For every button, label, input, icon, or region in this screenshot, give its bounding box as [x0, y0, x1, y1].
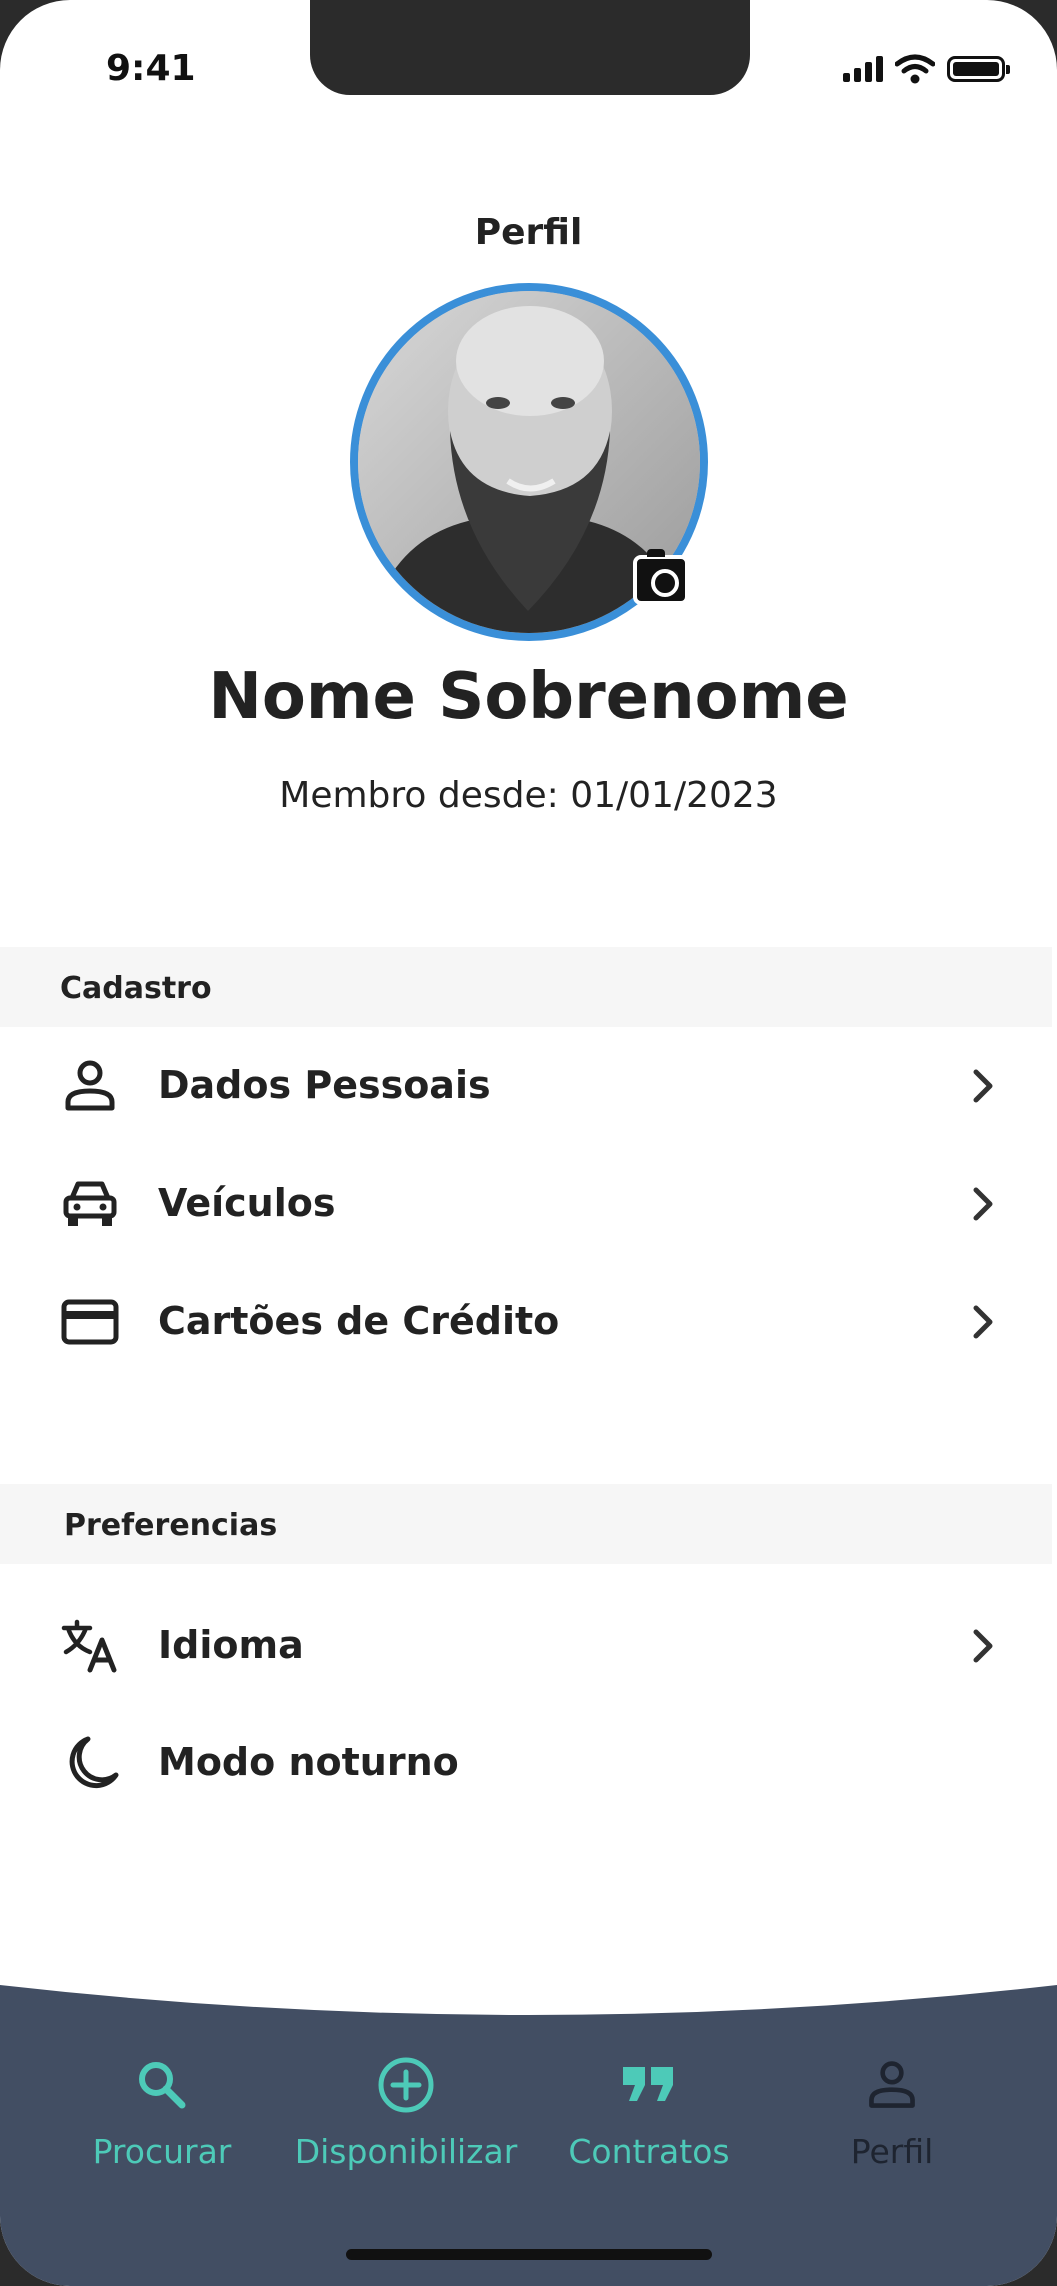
tab-disponibilizar[interactable]: Disponibilizar — [276, 2050, 536, 2171]
status-icons — [843, 54, 1010, 84]
menu-item-label: Dados Pessoais — [158, 1063, 491, 1107]
profile-name: Nome Sobrenome — [208, 660, 849, 734]
translate-icon — [61, 1619, 117, 1673]
quote-icon — [623, 2067, 673, 2101]
person-icon — [65, 1060, 115, 1111]
moon-icon — [69, 1736, 119, 1789]
credit-card-icon — [61, 1299, 119, 1345]
status-time: 9:41 — [106, 48, 196, 89]
member-since: Membro desde: 01/01/2023 — [279, 775, 778, 816]
section-title: Preferencias — [64, 1508, 278, 1543]
menu-item-modo-noturno[interactable]: Modo noturno — [0, 1713, 1057, 1813]
camera-icon[interactable] — [633, 549, 689, 605]
section-title: Cadastro — [60, 971, 212, 1006]
phone-screen: 9:41 Perfil Nome Sobrenome Membro desde:… — [0, 0, 1057, 2286]
menu-item-label: Idioma — [158, 1623, 304, 1667]
tab-label: Disponibilizar — [294, 2132, 518, 2171]
menu-item-idioma[interactable]: Idioma — [0, 1596, 1057, 1696]
page-title: Perfil — [474, 212, 583, 253]
tab-procurar[interactable]: Procurar — [32, 2050, 292, 2171]
chevron-right-icon — [973, 1629, 993, 1663]
menu-item-veiculos[interactable]: Veículos — [0, 1154, 1057, 1254]
section-header-cadastro: Cadastro — [0, 947, 1052, 1027]
menu-item-cartoes-de-credito[interactable]: Cartões de Crédito — [0, 1272, 1057, 1372]
device-notch — [310, 0, 750, 95]
tab-perfil[interactable]: Perfil — [762, 2050, 1022, 2171]
section-header-preferencias: Preferencias — [0, 1484, 1052, 1564]
home-indicator[interactable] — [346, 2249, 712, 2260]
menu-item-label: Cartões de Crédito — [158, 1299, 560, 1343]
chevron-right-icon — [973, 1069, 993, 1103]
tab-contratos[interactable]: Contratos — [519, 2050, 779, 2171]
car-icon — [63, 1181, 117, 1226]
chevron-right-icon — [973, 1187, 993, 1221]
menu-item-label: Modo noturno — [158, 1740, 459, 1784]
tab-label: Contratos — [568, 2132, 730, 2171]
battery-icon — [947, 56, 1010, 82]
menu-item-label: Veículos — [158, 1181, 336, 1225]
tab-label: Perfil — [850, 2132, 934, 2171]
tab-label: Procurar — [92, 2132, 232, 2171]
wifi-icon — [895, 54, 935, 84]
menu-item-dados-pessoais[interactable]: Dados Pessoais — [0, 1036, 1057, 1136]
plus-circle-icon — [378, 2057, 434, 2113]
signal-icon — [843, 56, 883, 82]
person-icon — [869, 2061, 915, 2108]
search-icon — [139, 2062, 186, 2109]
chevron-right-icon — [973, 1305, 993, 1339]
